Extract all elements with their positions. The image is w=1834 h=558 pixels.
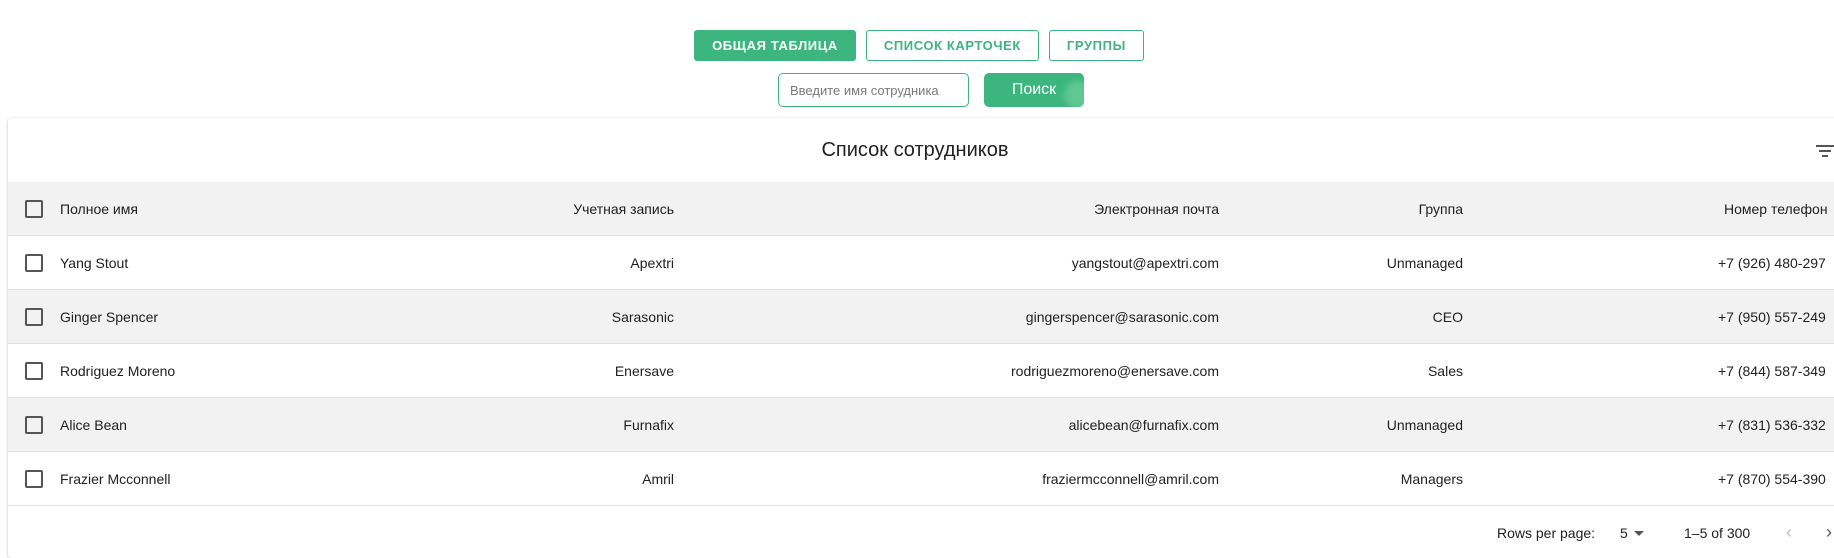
table-row[interactable]: Yang Stout Apextri yangstout@apextri.com…	[8, 236, 1834, 290]
cell-group: Unmanaged	[1386, 416, 1463, 433]
select-all-checkbox[interactable]	[25, 200, 43, 218]
row-checkbox[interactable]	[25, 362, 43, 380]
column-header-email[interactable]: Электронная почта	[1094, 201, 1219, 217]
cell-group: Sales	[1427, 362, 1463, 379]
pagination-range: 1–5 of 300	[1684, 525, 1751, 541]
table-row[interactable]: Frazier Mcconnell Amril fraziermcconnell…	[8, 452, 1834, 506]
cell-account: Amril	[642, 470, 674, 487]
cell-group: Managers	[1400, 470, 1463, 487]
table-header-row: Полное имя Учетная запись Электронная по…	[8, 182, 1834, 236]
cell-email: alicebean@furnafix.com	[1068, 416, 1219, 433]
tab-groups[interactable]: ГРУППЫ	[1048, 30, 1144, 61]
search-button[interactable]: Поиск	[984, 73, 1084, 107]
cell-email: fraziermcconnell@amril.com	[1042, 470, 1219, 487]
cell-phone: +7 (926) 480-297	[1718, 254, 1826, 271]
cell-email: gingerspencer@sarasonic.com	[1025, 308, 1219, 325]
column-header-group[interactable]: Группа	[1419, 201, 1463, 217]
cell-full-name: Yang Stout	[60, 254, 129, 271]
tab-cards-list[interactable]: СПИСОК КАРТОЧЕК	[865, 30, 1039, 61]
row-checkbox[interactable]	[25, 470, 43, 488]
cell-full-name: Ginger Spencer	[60, 308, 159, 325]
cell-phone: +7 (950) 557-249	[1718, 308, 1826, 325]
column-header-phone[interactable]: Номер телефон	[1724, 201, 1828, 217]
dropdown-caret-icon	[1633, 531, 1644, 536]
cell-account: Apextri	[630, 254, 674, 271]
table-title: Список сотрудников	[821, 139, 1009, 161]
row-checkbox[interactable]	[25, 416, 43, 434]
cell-email: rodriguezmoreno@enersave.com	[1011, 362, 1219, 379]
view-tabs: ОБЩАЯ ТАБЛИЦА СПИСОК КАРТОЧЕК ГРУППЫ	[2, 30, 1834, 61]
cell-account: Enersave	[614, 362, 674, 379]
cell-full-name: Frazier Mcconnell	[60, 470, 171, 487]
rows-per-page-label: Rows per page:	[1497, 525, 1596, 541]
employees-table-panel: Список сотрудников Полное имя Учетная за…	[8, 118, 1834, 558]
search-bar: Поиск	[778, 73, 1084, 107]
cell-email: yangstout@apextri.com	[1071, 254, 1219, 271]
chevron-right-icon[interactable]: ›	[1826, 523, 1832, 541]
chevron-left-icon[interactable]: ‹	[1786, 523, 1792, 541]
cell-group: Unmanaged	[1386, 254, 1463, 271]
column-header-full-name[interactable]: Полное имя	[60, 201, 138, 217]
table-row[interactable]: Ginger Spencer Sarasonic gingerspencer@s…	[8, 290, 1834, 344]
cell-full-name: Rodriguez Moreno	[60, 362, 176, 379]
ripple-effect	[1064, 81, 1084, 107]
rows-per-page-value: 5	[1620, 525, 1628, 541]
cell-account: Furnafix	[623, 416, 674, 433]
cell-phone: +7 (870) 554-390	[1718, 470, 1826, 487]
table-row[interactable]: Rodriguez Moreno Enersave rodriguezmoren…	[8, 344, 1834, 398]
column-header-account[interactable]: Учетная запись	[573, 201, 674, 217]
search-input[interactable]	[778, 73, 969, 107]
cell-full-name: Alice Bean	[60, 416, 127, 433]
cell-phone: +7 (844) 587-349	[1718, 362, 1826, 379]
rows-per-page-select[interactable]: 5	[1620, 525, 1644, 541]
cell-phone: +7 (831) 536-332	[1718, 416, 1826, 433]
table-row[interactable]: Alice Bean Furnafix alicebean@furnafix.c…	[8, 398, 1834, 452]
table-pagination: Rows per page: 5 1–5 of 300 ‹ ›	[8, 506, 1834, 558]
table-toolbar: Список сотрудников	[8, 118, 1834, 182]
search-button-label: Поиск	[1011, 81, 1057, 98]
filter-list-icon[interactable]	[1816, 143, 1834, 159]
row-checkbox[interactable]	[25, 254, 43, 272]
row-checkbox[interactable]	[25, 308, 43, 326]
cell-account: Sarasonic	[611, 308, 674, 325]
cell-group: CEO	[1432, 308, 1463, 325]
tab-general-table[interactable]: ОБЩАЯ ТАБЛИЦА	[694, 30, 856, 61]
